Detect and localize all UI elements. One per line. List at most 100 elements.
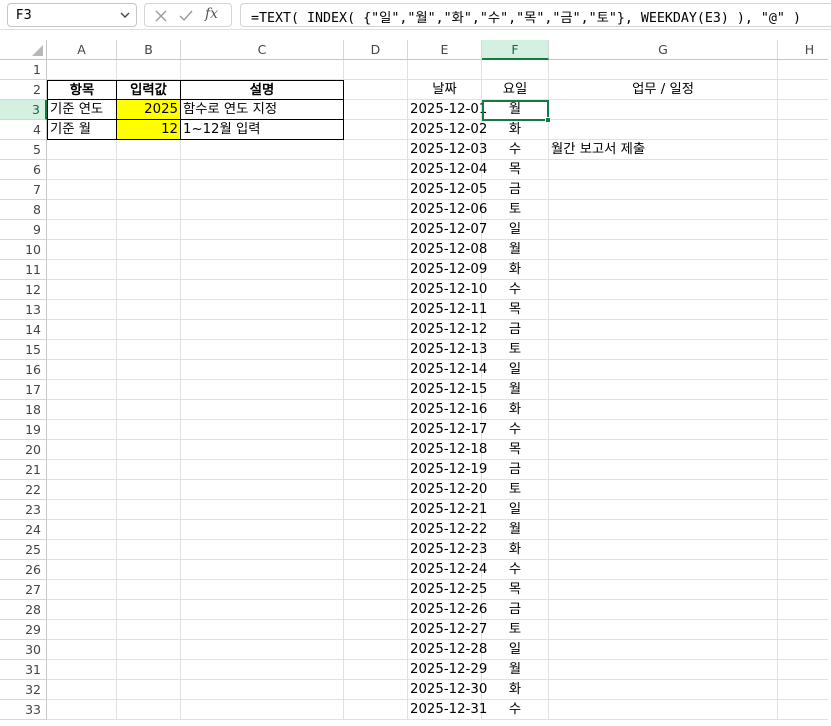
cell-e23[interactable]: 2025-12-21: [408, 500, 487, 520]
cell-g12[interactable]: [549, 280, 778, 300]
select-all-button[interactable]: [0, 40, 47, 60]
cell-g30[interactable]: [549, 640, 778, 660]
cell-c23[interactable]: [181, 500, 344, 520]
cell-g5[interactable]: 월간 보고서 제출: [549, 140, 778, 160]
cell-h14[interactable]: [778, 320, 831, 340]
cell-e17[interactable]: 2025-12-15: [408, 380, 487, 400]
cell-a23[interactable]: [47, 500, 117, 520]
cell-b12[interactable]: [117, 280, 181, 300]
cell-g8[interactable]: [549, 200, 778, 220]
cell-b31[interactable]: [117, 660, 181, 680]
cell-f31[interactable]: 월: [482, 660, 549, 680]
cell-g22[interactable]: [549, 480, 778, 500]
cell-g7[interactable]: [549, 180, 778, 200]
cell-e1[interactable]: [408, 60, 482, 80]
cell-h12[interactable]: [778, 280, 831, 300]
cell-h2[interactable]: [778, 80, 831, 100]
column-header-h[interactable]: H: [778, 40, 831, 60]
cell-f6[interactable]: 목: [482, 160, 549, 180]
row-header-29[interactable]: 29: [0, 620, 47, 640]
cell-f15[interactable]: 토: [482, 340, 549, 360]
cell-g4[interactable]: [549, 120, 778, 140]
cell-a24[interactable]: [47, 520, 117, 540]
cell-e14[interactable]: 2025-12-12: [408, 320, 487, 340]
cell-e33[interactable]: 2025-12-31: [408, 700, 487, 720]
cell-h23[interactable]: [778, 500, 831, 520]
cell-e6[interactable]: 2025-12-04: [408, 160, 487, 180]
cell-a32[interactable]: [47, 680, 117, 700]
cell-g20[interactable]: [549, 440, 778, 460]
cell-g26[interactable]: [549, 560, 778, 580]
cell-f7[interactable]: 금: [482, 180, 549, 200]
cell-d31[interactable]: [344, 660, 408, 680]
row-header-19[interactable]: 19: [0, 420, 47, 440]
row-header-8[interactable]: 8: [0, 200, 47, 220]
column-header-f[interactable]: F: [482, 40, 549, 60]
cell-h17[interactable]: [778, 380, 831, 400]
cell-e16[interactable]: 2025-12-14: [408, 360, 487, 380]
cell-a15[interactable]: [47, 340, 117, 360]
cell-e9[interactable]: 2025-12-07: [408, 220, 487, 240]
cell-f9[interactable]: 일: [482, 220, 549, 240]
cell-h8[interactable]: [778, 200, 831, 220]
cell-e10[interactable]: 2025-12-08: [408, 240, 487, 260]
chevron-down-icon[interactable]: [118, 7, 132, 23]
cell-b22[interactable]: [117, 480, 181, 500]
row-header-16[interactable]: 16: [0, 360, 47, 380]
cell-d3[interactable]: [344, 100, 408, 120]
cell-d17[interactable]: [344, 380, 408, 400]
cell-a25[interactable]: [47, 540, 117, 560]
cell-a19[interactable]: [47, 420, 117, 440]
row-header-10[interactable]: 10: [0, 240, 47, 260]
check-icon[interactable]: [178, 8, 194, 24]
cell-a33[interactable]: [47, 700, 117, 720]
cell-a5[interactable]: [47, 140, 117, 160]
cell-h20[interactable]: [778, 440, 831, 460]
cell-b7[interactable]: [117, 180, 181, 200]
row-header-15[interactable]: 15: [0, 340, 47, 360]
row-header-9[interactable]: 9: [0, 220, 47, 240]
cell-a9[interactable]: [47, 220, 117, 240]
cell-h3[interactable]: [778, 100, 831, 120]
cell-f29[interactable]: 토: [482, 620, 549, 640]
cell-d10[interactable]: [344, 240, 408, 260]
cell-d1[interactable]: [344, 60, 408, 80]
cell-d15[interactable]: [344, 340, 408, 360]
cell-d19[interactable]: [344, 420, 408, 440]
cell-c17[interactable]: [181, 380, 344, 400]
cell-d28[interactable]: [344, 600, 408, 620]
cell-h10[interactable]: [778, 240, 831, 260]
cell-h29[interactable]: [778, 620, 831, 640]
cell-c4[interactable]: 1~12월 입력: [181, 120, 344, 140]
cell-c15[interactable]: [181, 340, 344, 360]
row-header-20[interactable]: 20: [0, 440, 47, 460]
cell-g3[interactable]: [549, 100, 778, 120]
cell-c18[interactable]: [181, 400, 344, 420]
cell-h5[interactable]: [778, 140, 831, 160]
cell-b21[interactable]: [117, 460, 181, 480]
cell-a13[interactable]: [47, 300, 117, 320]
cell-c27[interactable]: [181, 580, 344, 600]
cell-d14[interactable]: [344, 320, 408, 340]
cell-f20[interactable]: 목: [482, 440, 549, 460]
cell-b26[interactable]: [117, 560, 181, 580]
row-header-14[interactable]: 14: [0, 320, 47, 340]
cell-f27[interactable]: 목: [482, 580, 549, 600]
cell-g19[interactable]: [549, 420, 778, 440]
cell-a20[interactable]: [47, 440, 117, 460]
cell-b9[interactable]: [117, 220, 181, 240]
row-header-32[interactable]: 32: [0, 680, 47, 700]
cell-c31[interactable]: [181, 660, 344, 680]
row-header-3[interactable]: 3: [0, 100, 47, 120]
cell-a18[interactable]: [47, 400, 117, 420]
row-header-1[interactable]: 1: [0, 60, 47, 80]
cell-c12[interactable]: [181, 280, 344, 300]
cell-e27[interactable]: 2025-12-25: [408, 580, 487, 600]
cell-b11[interactable]: [117, 260, 181, 280]
cell-e13[interactable]: 2025-12-11: [408, 300, 487, 320]
cell-f11[interactable]: 화: [482, 260, 549, 280]
cell-b27[interactable]: [117, 580, 181, 600]
cell-e26[interactable]: 2025-12-24: [408, 560, 487, 580]
cell-d21[interactable]: [344, 460, 408, 480]
cell-d16[interactable]: [344, 360, 408, 380]
